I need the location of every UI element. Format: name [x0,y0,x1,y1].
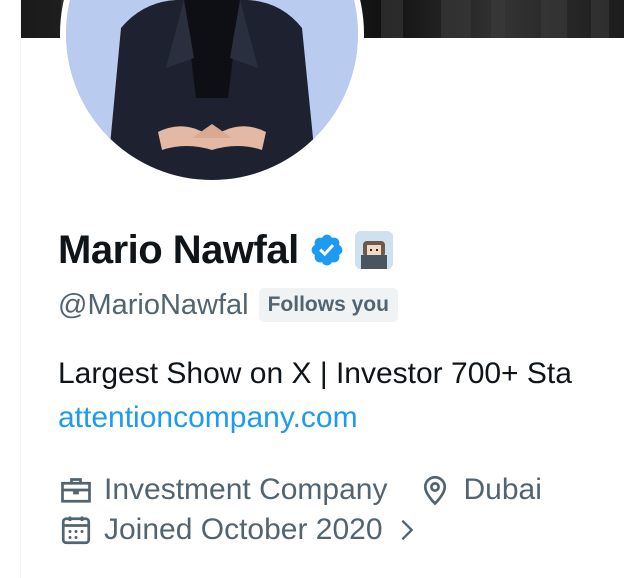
profile-handle: @MarioNawfal [58,288,249,321]
profile-joined-row[interactable]: Joined October 2020 [58,510,421,550]
location-pin-icon [424,475,447,506]
affiliation-badge-icon[interactable] [354,231,393,269]
profile-joined: Joined October 2020 [104,513,383,546]
briefcase-icon [61,478,91,503]
chevron-right-icon[interactable] [393,516,421,544]
profile-location: Dubai [463,473,542,506]
profile-name: Mario Nawfal [58,227,299,272]
timeline-left-border [20,0,21,578]
profile-meta-row: Investment Company Dubai [58,470,542,510]
profile-name-row: Mario Nawfal [58,226,393,274]
profile-website-link[interactable]: attentioncompany.com [58,398,358,438]
profile-handle-row: @MarioNawfal Follows you [58,284,398,326]
follows-you-badge: Follows you [258,288,398,322]
profile-category: Investment Company [104,473,388,506]
avatar[interactable] [60,0,364,186]
calendar-icon [61,516,91,545]
profile-bio: Largest Show on X | Investor 700+ Sta [58,357,572,390]
verified-badge-icon[interactable] [309,232,345,268]
avatar-image [66,0,358,180]
